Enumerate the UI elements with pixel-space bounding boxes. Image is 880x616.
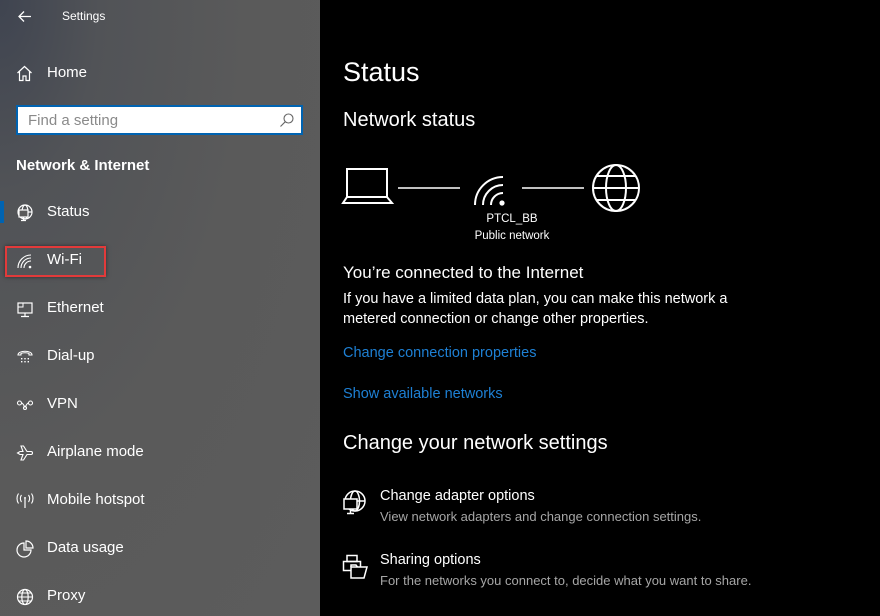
- main-content: Status Network status PTCL_BB Public net…: [320, 0, 880, 616]
- pie-chart-icon: [16, 540, 34, 558]
- section-title: Network & Internet: [16, 157, 150, 174]
- sidebar-item-label: VPN: [47, 395, 78, 412]
- selected-indicator: [0, 201, 4, 223]
- change-connection-properties-link[interactable]: Change connection properties: [343, 345, 536, 361]
- option-title: Sharing options: [380, 552, 481, 568]
- option-title: Change adapter options: [380, 488, 535, 504]
- page-title: Status: [343, 57, 420, 87]
- sidebar: Settings Home Network & Internet Status: [0, 0, 320, 616]
- home-label: Home: [47, 64, 88, 81]
- wifi-signal-icon: [474, 176, 505, 206]
- back-arrow-icon: [18, 11, 31, 22]
- search-input[interactable]: [28, 110, 273, 130]
- phone-icon: [17, 350, 33, 363]
- sidebar-item-status[interactable]: Status: [0, 192, 320, 232]
- sidebar-item-proxy[interactable]: Proxy: [0, 576, 320, 616]
- hotspot-icon: [16, 493, 34, 508]
- change-adapter-options[interactable]: Change adapter options View network adap…: [342, 488, 802, 532]
- change-settings-heading: Change your network settings: [343, 432, 608, 454]
- home-icon: [17, 65, 32, 81]
- connection-status-title: You’re connected to the Internet: [343, 263, 584, 282]
- sidebar-item-data-usage[interactable]: Data usage: [0, 528, 320, 568]
- sharing-options[interactable]: Sharing options For the networks you con…: [342, 552, 802, 596]
- laptop-icon: [341, 168, 395, 204]
- vpn-icon: [16, 400, 34, 411]
- sidebar-item-label: Airplane mode: [47, 443, 144, 460]
- show-available-networks-link[interactable]: Show available networks: [343, 386, 503, 402]
- search-icon[interactable]: [279, 112, 295, 128]
- sidebar-item-vpn[interactable]: VPN: [0, 384, 320, 424]
- network-type: Public network: [474, 230, 550, 242]
- sidebar-item-airplane-mode[interactable]: Airplane mode: [0, 432, 320, 472]
- network-name: PTCL_BB: [486, 213, 538, 225]
- sidebar-item-label: Proxy: [47, 587, 86, 604]
- wifi-highlight-box: [5, 246, 106, 277]
- option-description: View network adapters and change connect…: [380, 509, 702, 524]
- home-button[interactable]: Home: [16, 61, 87, 85]
- globe-icon: [16, 588, 34, 606]
- sidebar-item-dialup[interactable]: Dial-up: [0, 336, 320, 376]
- sidebar-item-label: Status: [47, 203, 90, 220]
- airplane-icon: [16, 445, 34, 461]
- back-button[interactable]: [14, 6, 36, 28]
- sidebar-item-label: Dial-up: [47, 347, 95, 364]
- network-status-icon: [17, 204, 33, 222]
- sidebar-item-label: Ethernet: [47, 299, 104, 316]
- network-status-heading: Network status: [343, 109, 476, 131]
- connection-description: If you have a limited data plan, you can…: [343, 291, 728, 327]
- sidebar-item-ethernet[interactable]: Ethernet: [0, 288, 320, 328]
- ethernet-icon: [17, 302, 33, 318]
- sidebar-item-label: Data usage: [47, 539, 124, 556]
- sidebar-item-label: Mobile hotspot: [47, 491, 145, 508]
- internet-globe-icon: [592, 164, 640, 212]
- app-title: Settings: [62, 9, 106, 23]
- sidebar-item-mobile-hotspot[interactable]: Mobile hotspot: [0, 480, 320, 520]
- search-box[interactable]: [16, 105, 303, 135]
- network-diagram: PTCL_BB Public network: [341, 164, 652, 248]
- sharing-icon: [342, 554, 368, 579]
- title-bar: Settings: [0, 0, 320, 34]
- adapter-icon: [343, 490, 366, 515]
- option-description: For the networks you connect to, decide …: [380, 573, 752, 588]
